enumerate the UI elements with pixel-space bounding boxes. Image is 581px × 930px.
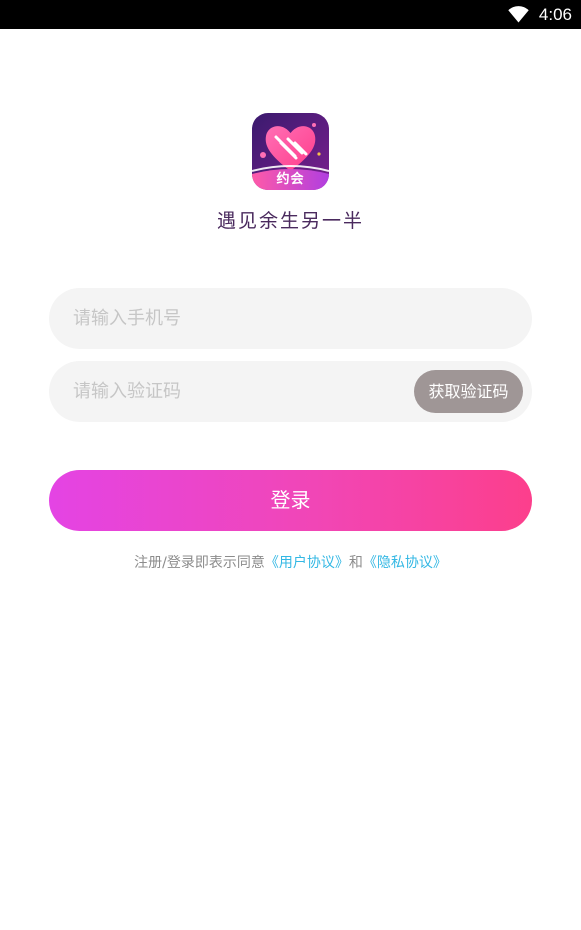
agreement-prefix: 注册/登录即表示同意 (134, 555, 265, 571)
status-time: 4:06 (538, 5, 572, 24)
phone-input[interactable] (73, 288, 513, 349)
verification-code-field: 获取验证码 (49, 361, 532, 422)
slogan: 遇见余生另一半 (216, 210, 364, 232)
user-agreement-link[interactable]: 《用户协议》 (265, 555, 349, 571)
login-button[interactable]: 登录 (49, 470, 532, 531)
logo-badge-text: 约会 (276, 172, 305, 187)
app-logo: 约会 (252, 113, 329, 190)
wifi-icon (508, 6, 529, 23)
phone-field (49, 288, 532, 349)
verification-code-input[interactable] (73, 361, 393, 422)
agreement-text: 注册/登录即表示同意《用户协议》和《隐私协议》 (0, 553, 581, 573)
status-bar: 4:06 (0, 0, 581, 29)
get-code-button[interactable]: 获取验证码 (414, 370, 523, 413)
agreement-conjunction: 和 (348, 555, 363, 571)
privacy-policy-link[interactable]: 《隐私协议》 (363, 555, 447, 571)
